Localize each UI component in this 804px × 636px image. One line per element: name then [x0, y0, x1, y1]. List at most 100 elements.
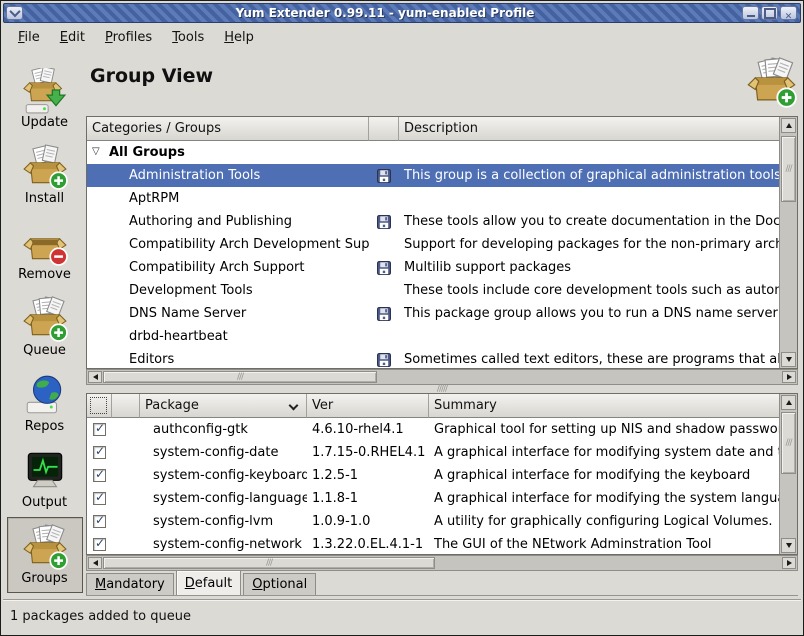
- group-vertical-scrollbar[interactable]: ///: [779, 117, 797, 368]
- group-row[interactable]: Compatibility Arch Support Multilib supp…: [87, 256, 779, 279]
- page-title: Group View: [90, 65, 213, 87]
- group-row[interactable]: Authoring and Publishing These tools all…: [87, 210, 779, 233]
- minimize-icon: [747, 9, 755, 17]
- group-name: drbd-heartbeat: [87, 329, 369, 344]
- tab-default[interactable]: Default: [176, 570, 242, 595]
- package-name: system-config-network: [140, 537, 307, 552]
- package-row[interactable]: system-config-keyboard 1.2.5-1 A graphic…: [87, 464, 779, 487]
- package-name: authconfig-gtk: [140, 422, 307, 437]
- group-row[interactable]: Compatibility Arch Development Support S…: [87, 233, 779, 256]
- menu-profiles[interactable]: Profiles: [96, 27, 161, 48]
- package-version: 1.2.5-1: [307, 468, 429, 483]
- tab-mandatory[interactable]: Mandatory: [86, 573, 174, 595]
- close-icon: [785, 4, 793, 23]
- scrollbar-thumb[interactable]: ///: [781, 412, 796, 474]
- remove-box-icon: [22, 220, 68, 266]
- group-root-row[interactable]: ▽All Groups: [87, 141, 779, 164]
- install-box-icon: [22, 144, 68, 190]
- window-menu-button[interactable]: [6, 6, 23, 20]
- package-row[interactable]: authconfig-gtk 4.6.10-rhel4.1 Graphical …: [87, 418, 779, 441]
- package-checkbox[interactable]: [93, 515, 106, 528]
- package-row[interactable]: system-config-lvm 1.0.9-1.0 A utility fo…: [87, 510, 779, 533]
- menu-tools[interactable]: Tools: [163, 27, 213, 48]
- package-row[interactable]: system-config-language 1.1.8-1 A graphic…: [87, 487, 779, 510]
- scroll-right-arrow[interactable]: [782, 371, 796, 383]
- package-vertical-scrollbar[interactable]: ///: [779, 394, 797, 554]
- package-summary: Graphical tool for setting up NIS and sh…: [429, 422, 779, 437]
- maximize-icon: [764, 8, 776, 19]
- column-header-icon[interactable]: [369, 117, 399, 141]
- tab-optional[interactable]: Optional: [243, 573, 316, 595]
- column-header-blank[interactable]: [112, 394, 140, 418]
- minimize-button[interactable]: [742, 6, 759, 20]
- scroll-up-arrow[interactable]: [781, 118, 796, 133]
- group-row[interactable]: DNS Name Server This package group allow…: [87, 302, 779, 325]
- chevron-down-icon: [11, 9, 19, 17]
- package-checkbox[interactable]: [93, 469, 106, 482]
- group-row[interactable]: drbd-heartbeat: [87, 325, 779, 348]
- scrollbar-thumb[interactable]: ///: [103, 371, 377, 383]
- sidebar-item-label: Repos: [25, 419, 64, 434]
- repos-globe-icon: [22, 372, 68, 418]
- scroll-down-arrow[interactable]: [781, 352, 796, 367]
- sidebar-item-groups[interactable]: Groups: [7, 517, 83, 593]
- package-horizontal-scrollbar[interactable]: ///: [86, 555, 798, 571]
- maximize-button[interactable]: [761, 6, 778, 20]
- group-name: Administration Tools: [87, 168, 369, 183]
- sidebar-item-update[interactable]: Update: [7, 61, 83, 137]
- group-row[interactable]: Development Tools These tools include co…: [87, 279, 779, 302]
- package-checkbox[interactable]: [93, 492, 106, 505]
- close-button[interactable]: [780, 6, 797, 20]
- floppy-icon: [377, 261, 391, 275]
- package-name: system-config-lvm: [140, 514, 307, 529]
- titlebar[interactable]: Yum Extender 0.99.11 - yum-enabled Profi…: [3, 3, 801, 23]
- menu-edit[interactable]: Edit: [51, 27, 94, 48]
- scroll-right-arrow[interactable]: [782, 557, 796, 569]
- scroll-left-arrow[interactable]: [88, 371, 102, 383]
- floppy-icon: [377, 215, 391, 229]
- groups-boxes-icon: [746, 57, 797, 108]
- scroll-down-arrow[interactable]: [781, 538, 796, 553]
- package-version: 4.6.10-rhel4.1: [307, 422, 429, 437]
- column-header-package[interactable]: Package: [140, 394, 307, 418]
- group-row[interactable]: Administration Tools This group is a col…: [87, 164, 779, 187]
- column-header-categories-groups[interactable]: Categories / Groups: [87, 117, 369, 141]
- output-monitor-icon: [22, 448, 68, 494]
- sidebar-item-install[interactable]: Install: [7, 137, 83, 213]
- group-row[interactable]: Editors Sometimes called text editors, t…: [87, 348, 779, 368]
- group-name: Editors: [87, 352, 369, 367]
- group-row[interactable]: AptRPM: [87, 187, 779, 210]
- scroll-left-arrow[interactable]: [88, 557, 102, 569]
- expander-triangle-icon[interactable]: ▽: [92, 146, 100, 157]
- sidebar-item-output[interactable]: Output: [7, 441, 83, 517]
- floppy-icon: [377, 353, 391, 367]
- package-checkbox[interactable]: [93, 446, 106, 459]
- package-row[interactable]: system-config-date 1.7.15-0.RHEL4.1 A gr…: [87, 441, 779, 464]
- column-header-checkbox[interactable]: [87, 394, 112, 418]
- group-description: Sometimes called text editors, these are…: [399, 352, 779, 367]
- scroll-up-arrow[interactable]: [781, 395, 796, 410]
- column-header-description[interactable]: Description: [399, 117, 779, 141]
- pane-resize-handle[interactable]: /////: [86, 385, 798, 393]
- group-description: This package group allows you to run a D…: [399, 306, 779, 321]
- column-header-ver[interactable]: Ver: [307, 394, 429, 418]
- package-name: system-config-keyboard: [140, 468, 307, 483]
- sidebar-item-queue[interactable]: Queue: [7, 289, 83, 365]
- column-header-summary[interactable]: Summary: [429, 394, 779, 418]
- group-description: These tools include core development too…: [399, 283, 779, 298]
- package-checkbox[interactable]: [93, 423, 106, 436]
- group-name: DNS Name Server: [87, 306, 369, 321]
- sidebar-item-label: Update: [21, 115, 68, 130]
- package-rows: authconfig-gtk 4.6.10-rhel4.1 Graphical …: [87, 418, 779, 554]
- menu-help[interactable]: Help: [215, 27, 263, 48]
- scrollbar-thumb[interactable]: ///: [103, 557, 435, 569]
- package-checkbox[interactable]: [93, 538, 106, 551]
- groups-boxes-icon: [22, 524, 68, 570]
- sidebar-item-remove[interactable]: Remove: [7, 213, 83, 289]
- scrollbar-thumb[interactable]: ///: [781, 136, 796, 202]
- group-name: AptRPM: [87, 191, 369, 206]
- package-row[interactable]: system-config-network 1.3.22.0.EL.4.1-1 …: [87, 533, 779, 554]
- group-horizontal-scrollbar[interactable]: ///: [86, 369, 798, 385]
- sidebar-item-repos[interactable]: Repos: [7, 365, 83, 441]
- menu-file[interactable]: File: [9, 27, 49, 48]
